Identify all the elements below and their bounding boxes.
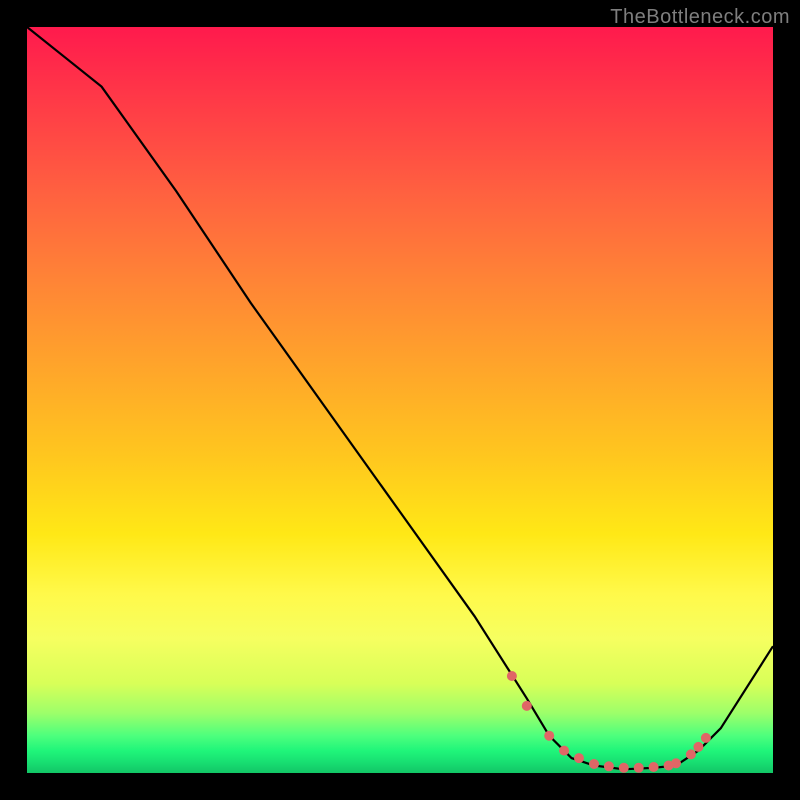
marker-dot	[686, 749, 696, 759]
marker-dot	[559, 746, 569, 756]
marker-dot	[693, 742, 703, 752]
curve-path	[27, 27, 773, 769]
marker-dot	[544, 731, 554, 741]
marker-dot	[619, 763, 629, 773]
marker-dot	[649, 762, 659, 772]
chart-svg	[27, 27, 773, 773]
marker-dot	[701, 733, 711, 743]
marker-dot	[589, 759, 599, 769]
marker-dot	[634, 763, 644, 773]
marker-dot	[671, 758, 681, 768]
marker-dot	[604, 761, 614, 771]
marker-dot	[522, 701, 532, 711]
marker-group	[507, 671, 711, 773]
watermark-text: TheBottleneck.com	[610, 6, 790, 29]
marker-dot	[507, 671, 517, 681]
marker-dot	[574, 753, 584, 763]
chart-frame: TheBottleneck.com	[0, 0, 800, 800]
